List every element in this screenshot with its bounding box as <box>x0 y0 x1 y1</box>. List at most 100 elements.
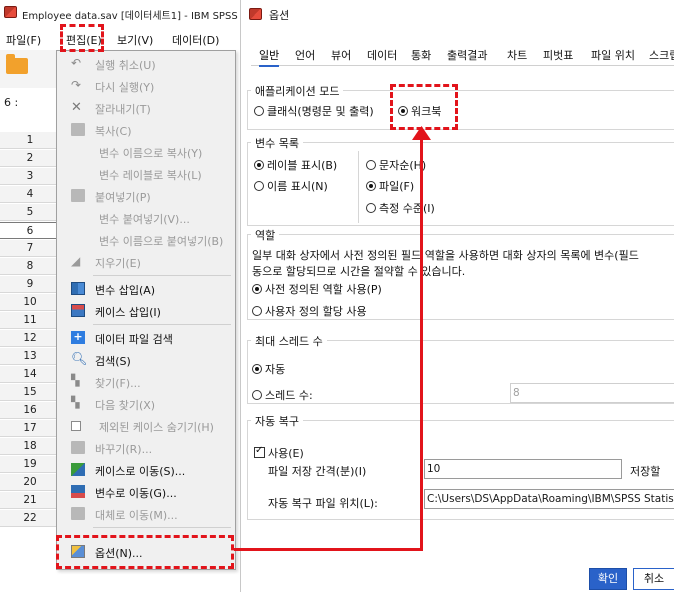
classic-mode-label: 클래식(명령문 및 출력) <box>267 105 374 118</box>
row-header[interactable]: 22 <box>0 510 60 527</box>
row-header[interactable]: 14 <box>0 366 60 383</box>
menu-item-label: 붙여넣기(P) <box>95 191 151 204</box>
go-to-variable-icon <box>71 485 85 498</box>
tab-language[interactable]: 언어 <box>295 47 315 63</box>
dialog-title: 옵션 <box>269 9 290 22</box>
show-names-radio[interactable]: 이름 표시(N) <box>254 178 328 194</box>
menu-redo[interactable]: ↷ 다시 실행(Y) <box>57 75 237 97</box>
row-header-selected[interactable]: 6 <box>0 222 60 239</box>
edit-dropdown-menu: ↶ 실행 취소(U) ↷ 다시 실행(Y) ✕ 잘라내기(T) 복사(C) 변수… <box>56 50 236 570</box>
menu-find[interactable]: ▚ 찾기(F)... <box>57 371 237 393</box>
divider <box>358 151 359 223</box>
workbook-highlight <box>390 84 458 130</box>
menu-go-to-variable[interactable]: 변수로 이동(G)... <box>57 481 237 503</box>
row-header[interactable]: 11 <box>0 312 60 329</box>
menu-go-to-imputation[interactable]: 대체로 이동(M)... <box>57 503 237 525</box>
spss-menubar: 파일(F) 편집(E) 보기(V) 데이터(D) <box>0 28 238 50</box>
menu-item-label: 지우기(E) <box>95 257 141 270</box>
show-names-label: 이름 표시(N) <box>267 180 328 193</box>
menu-insert-variable[interactable]: 변수 삽입(A) <box>57 278 237 300</box>
tab-charts[interactable]: 차트 <box>507 47 527 63</box>
tab-bar: 일반 언어 뷰어 데이터 통화 출력결과 차트 피벗표 파일 위치 스크립 <box>251 44 674 67</box>
autorecover-enable-checkbox[interactable]: 사용(E) <box>254 445 304 461</box>
row-header[interactable]: 18 <box>0 438 60 455</box>
menu-item-label: 바꾸기(R)... <box>95 443 153 456</box>
cancel-button[interactable]: 취소 <box>633 568 674 590</box>
tab-data[interactable]: 데이터 <box>367 47 397 63</box>
menu-item-label: 케이스로 이동(S)... <box>95 465 186 478</box>
tab-currency[interactable]: 통화 <box>411 47 431 63</box>
tab-general[interactable]: 일반 <box>259 47 280 67</box>
row-header[interactable]: 13 <box>0 348 60 365</box>
row-header[interactable]: 12 <box>0 330 60 347</box>
menu-find-next[interactable]: ▚ 다음 찾기(X) <box>57 393 237 415</box>
menu-clear[interactable]: ◢ 지우기(E) <box>57 251 237 273</box>
menu-search-data-file[interactable]: + 데이터 파일 검색 <box>57 327 237 349</box>
menu-search[interactable]: 🔍︎ 검색(S) <box>57 349 237 371</box>
menu-view[interactable]: 보기(V) <box>117 32 153 48</box>
row-header[interactable]: 8 <box>0 258 60 275</box>
threads-auto-radio[interactable]: 자동 <box>252 361 285 377</box>
predefined-roles-radio[interactable]: 사전 정의된 역할 사용(P) <box>252 281 382 297</box>
row-header[interactable]: 17 <box>0 420 60 437</box>
threads-count-radio[interactable]: 스레드 수: <box>252 387 313 403</box>
menu-cut[interactable]: ✕ 잘라내기(T) <box>57 97 237 119</box>
row-header[interactable]: 4 <box>0 186 60 203</box>
menu-insert-case[interactable]: 케이스 삽입(I) <box>57 300 237 322</box>
row-header[interactable]: 7 <box>0 240 60 257</box>
show-labels-label: 레이블 표시(B) <box>267 159 338 172</box>
row-header[interactable]: 19 <box>0 456 60 473</box>
tab-output[interactable]: 출력결과 <box>447 47 487 63</box>
file-order-radio[interactable]: 파일(F) <box>366 178 414 194</box>
measurement-level-label: 측정 수준(I) <box>379 202 435 215</box>
tab-file-locations[interactable]: 파일 위치 <box>591 47 635 63</box>
threads-count-label: 스레드 수: <box>265 389 313 402</box>
row-header[interactable]: 9 <box>0 276 60 293</box>
row-header[interactable]: 21 <box>0 492 60 509</box>
tab-scripts[interactable]: 스크립 <box>649 47 674 63</box>
spss-title-bar: Employee data.sav [데이터세트1] - IBM SPSS <box>0 0 238 25</box>
menu-separator <box>93 527 231 528</box>
tab-viewer[interactable]: 뷰어 <box>331 47 351 63</box>
insert-variable-icon <box>71 282 85 295</box>
menu-paste-with-var-names[interactable]: 변수 이름으로 붙여넣기(B) <box>57 229 237 251</box>
menu-file[interactable]: 파일(F) <box>6 32 41 48</box>
menu-copy-var-labels[interactable]: 변수 레이블로 복사(L) <box>57 163 237 185</box>
row-header[interactable]: 16 <box>0 402 60 419</box>
alphabetical-radio[interactable]: 문자순(H) <box>366 157 426 173</box>
radio-selected-icon <box>366 181 376 191</box>
row-header[interactable]: 1 <box>0 132 60 149</box>
tab-pivot-tables[interactable]: 피벗표 <box>543 47 573 63</box>
show-labels-radio[interactable]: 레이블 표시(B) <box>254 157 337 173</box>
ok-button[interactable]: 확인 <box>589 568 627 590</box>
roles-group: 역할 일부 대화 상자에서 사전 정의된 필드 역할을 사용하면 대화 상자의 … <box>247 227 674 320</box>
menu-hide-excluded-cases[interactable]: 제외된 케이스 숨기기(H) <box>57 415 237 437</box>
row-header[interactable]: 2 <box>0 150 60 167</box>
menu-data[interactable]: 데이터(D) <box>172 32 219 48</box>
save-interval-field[interactable]: 10 <box>424 459 622 479</box>
menu-copy[interactable]: 복사(C) <box>57 119 237 141</box>
menu-item-label: 변수로 이동(G)... <box>95 487 177 500</box>
radio-circle-icon <box>366 203 376 213</box>
row-header[interactable]: 20 <box>0 474 60 491</box>
menu-paste-variables[interactable]: 변수 붙여넣기(V)... <box>57 207 237 229</box>
threads-group: 최대 스레드 수 자동 스레드 수: 8 <box>247 333 674 404</box>
open-folder-icon[interactable] <box>6 54 28 74</box>
row-header[interactable]: 15 <box>0 384 60 401</box>
autorecover-location-field[interactable]: C:\Users\DS\AppData\Roaming\IBM\SPSS Sta… <box>424 489 674 509</box>
custom-roles-radio[interactable]: 사용자 정의 할당 사용 <box>252 303 367 319</box>
menu-paste[interactable]: 붙여넣기(P) <box>57 185 237 207</box>
row-header[interactable]: 3 <box>0 168 60 185</box>
menu-go-to-case[interactable]: 케이스로 이동(S)... <box>57 459 237 481</box>
menu-copy-var-names[interactable]: 변수 이름으로 복사(Y) <box>57 141 237 163</box>
menu-undo[interactable]: ↶ 실행 취소(U) <box>57 53 237 75</box>
menu-item-label: 검색(S) <box>95 355 131 368</box>
row-header[interactable]: 5 <box>0 204 60 221</box>
threads-count-field[interactable]: 8 <box>510 383 674 403</box>
menu-item-label: 변수 이름으로 붙여넣기(B) <box>99 235 224 248</box>
menu-replace[interactable]: 바꾸기(R)... <box>57 437 237 459</box>
measurement-level-radio[interactable]: 측정 수준(I) <box>366 200 435 216</box>
row-header[interactable]: 10 <box>0 294 60 311</box>
classic-mode-radio[interactable]: 클래식(명령문 및 출력) <box>254 103 374 119</box>
menu-item-label: 복사(C) <box>95 125 132 138</box>
